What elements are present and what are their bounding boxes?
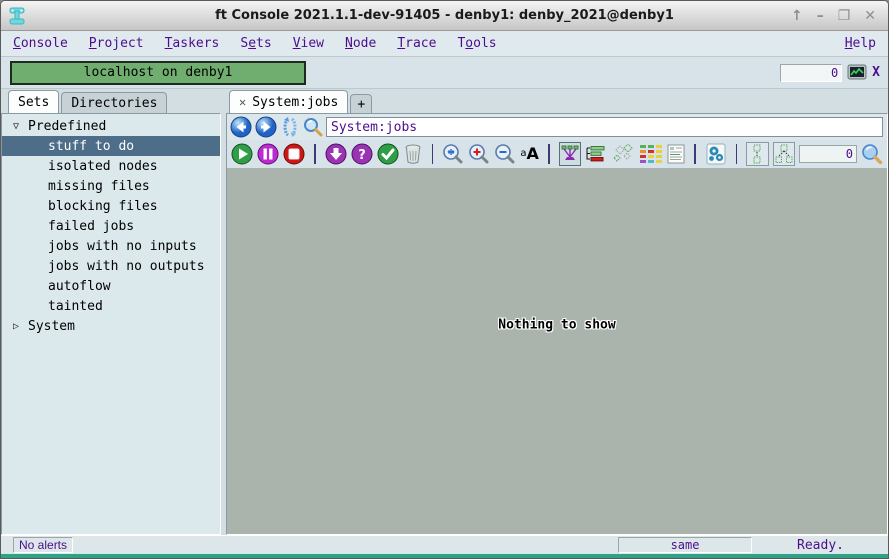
run-icon[interactable] [231, 143, 253, 165]
depth-up-icon[interactable] [746, 142, 768, 166]
tree-root-label: System [28, 319, 75, 334]
action-toolbar: ? [227, 140, 887, 168]
tab-directories-label: Directories [71, 96, 157, 111]
zoom-in-icon[interactable] [468, 143, 490, 165]
tab-sets[interactable]: Sets [8, 90, 59, 113]
back-icon[interactable] [230, 116, 252, 138]
check-icon[interactable] [377, 143, 399, 165]
menu-trace[interactable]: Trace [397, 36, 436, 51]
menu-taskers[interactable]: Taskers [165, 36, 220, 51]
new-tab-button[interactable]: + [350, 94, 372, 113]
stop-icon[interactable] [283, 143, 305, 165]
tree-item-blocking-files[interactable]: blocking files [2, 196, 220, 216]
title-bar: ft Console 2021.1.1-dev-91405 - denby1: … [1, 1, 888, 31]
host-button[interactable]: localhost on denby1 [10, 61, 306, 85]
search-icon[interactable] [303, 117, 323, 137]
tree-item-jobs-with-no-outputs[interactable]: jobs with no outputs [2, 256, 220, 276]
list-view-icon[interactable] [585, 145, 607, 163]
disconnect-button[interactable]: X [872, 65, 880, 80]
close-window-icon[interactable]: ✕ [864, 8, 876, 24]
tab-directories[interactable]: Directories [61, 92, 167, 113]
tree-item-autoflow[interactable]: autoflow [2, 276, 220, 296]
toolbar-separator [736, 144, 738, 164]
menu-view[interactable]: View [293, 36, 324, 51]
status-bar: No alerts same Ready. [1, 535, 888, 554]
zoom-fit-icon[interactable] [442, 143, 464, 165]
sets-panel: ▽ Predefined stuff to doisolated nodesmiss… [1, 113, 221, 535]
tree-item-missing-files[interactable]: missing files [2, 176, 220, 196]
grid-view-icon[interactable] [639, 144, 663, 164]
pause-icon[interactable] [257, 143, 279, 165]
tree-item-failed-jobs[interactable]: failed jobs [2, 216, 220, 236]
menu-bar: Console Project Taskers Sets View Node Trace To… [1, 31, 888, 57]
tab-sets-label: Sets [18, 95, 49, 110]
graph-view-icon[interactable] [559, 142, 581, 166]
compact-view-icon[interactable] [611, 144, 635, 164]
toolbar-separator [314, 144, 316, 164]
tree-item-jobs-with-no-inputs[interactable]: jobs with no inputs [2, 236, 220, 256]
empty-message: Nothing to show [498, 318, 615, 333]
sets-tree: ▽ Predefined stuff to doisolated nodesmiss… [2, 114, 220, 336]
monitor-icon[interactable] [847, 64, 867, 81]
maximize-window-icon[interactable]: ❐ [838, 8, 851, 24]
left-tab-group: Sets Directories [8, 90, 221, 113]
tab-system-jobs-label: System:jobs [252, 95, 338, 110]
process-icon[interactable] [705, 142, 727, 166]
tab-system-jobs[interactable]: ✕ System:jobs [229, 90, 348, 113]
filter-count-input[interactable] [799, 145, 857, 163]
address-input[interactable] [326, 117, 883, 137]
toolbar-separator [548, 144, 550, 164]
menu-console[interactable]: Console [13, 36, 68, 51]
tree-root-system[interactable]: ▷ System [2, 316, 220, 336]
menu-sets[interactable]: Sets [240, 36, 271, 51]
ready-status: Ready. [797, 538, 844, 553]
tree-root-label: Predefined [28, 119, 106, 134]
minimize-window-icon[interactable]: – [817, 8, 824, 24]
forward-icon[interactable] [255, 116, 277, 138]
tree-root-predefined[interactable]: ▽ Predefined [2, 116, 220, 136]
window-title: ft Console 2021.1.1-dev-91405 - denby1: … [1, 8, 888, 23]
refresh-icon[interactable] [280, 116, 300, 138]
host-toolbar: localhost on denby1 X [1, 57, 888, 89]
sync-status-box: same [618, 537, 752, 553]
tree-item-isolated-nodes[interactable]: isolated nodes [2, 156, 220, 176]
jobs-panel: ? [226, 113, 888, 535]
toolbar-separator [694, 144, 696, 164]
app-window: ft Console 2021.1.1-dev-91405 - denby1: … [0, 0, 889, 559]
footer-strip [1, 554, 888, 558]
shade-window-icon[interactable]: ↑ [791, 8, 803, 24]
menu-node[interactable]: Node [345, 36, 376, 51]
expanded-triangle-icon[interactable]: ▽ [10, 121, 22, 132]
document-tab-group: ✕ System:jobs + [229, 90, 374, 113]
alerts-button[interactable]: No alerts [13, 537, 73, 553]
close-tab-icon[interactable]: ✕ [239, 95, 246, 109]
fetch-icon[interactable] [325, 143, 347, 165]
depth-down-icon[interactable] [773, 142, 795, 166]
filter-search-icon[interactable] [861, 143, 883, 165]
main-body: ▽ Predefined stuff to doisolated nodesmiss… [1, 113, 888, 535]
help-icon[interactable]: ? [351, 143, 373, 165]
menu-help[interactable]: Help [845, 36, 876, 51]
tab-row: Sets Directories ✕ System:jobs + [1, 89, 888, 113]
zoom-out-icon[interactable] [494, 143, 516, 165]
host-counter-input[interactable] [780, 64, 842, 82]
report-view-icon[interactable] [667, 144, 685, 164]
svg-text:?: ? [358, 148, 366, 163]
menu-tools[interactable]: Tools [457, 36, 496, 51]
font-big-glyph: A [527, 146, 539, 162]
menu-project[interactable]: Project [89, 36, 144, 51]
jobs-content-area: Nothing to show [227, 168, 887, 534]
nav-toolbar [227, 114, 887, 140]
toolbar-separator [432, 144, 434, 164]
tree-item-tainted[interactable]: tainted [2, 296, 220, 316]
plus-icon: + [357, 97, 365, 112]
trash-icon[interactable] [403, 143, 423, 165]
tree-item-stuff-to-do[interactable]: stuff to do [2, 136, 220, 156]
font-size-icon[interactable]: aA [520, 146, 539, 162]
collapsed-triangle-icon[interactable]: ▷ [10, 321, 22, 332]
